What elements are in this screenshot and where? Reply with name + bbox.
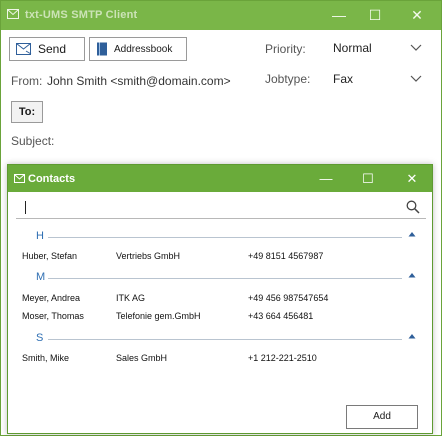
contacts-maximize-button[interactable]: ☐	[348, 165, 388, 192]
envelope-icon	[7, 9, 19, 19]
group-letter: M	[36, 271, 46, 283]
chevron-up-icon[interactable]	[408, 231, 416, 237]
contact-name: Huber, Stefan	[22, 251, 78, 261]
chevron-down-icon[interactable]	[410, 75, 422, 83]
group-header-m[interactable]: M	[18, 270, 420, 286]
group-letter: S	[36, 332, 44, 344]
group-letter: H	[36, 230, 44, 242]
minimize-button[interactable]: —	[319, 1, 359, 30]
addressbook-button[interactable]: Addressbook	[89, 37, 187, 61]
maximize-button[interactable]: ☐	[355, 1, 395, 30]
from-value: John Smith <smith@domain.com>	[47, 74, 231, 88]
contacts-title: Contacts	[28, 173, 76, 185]
smtp-client-window: txt-UMS SMTP Client — ☐ ✕ Send Addressbo…	[0, 0, 442, 436]
send-button[interactable]: Send	[9, 37, 85, 61]
group-divider	[48, 278, 402, 279]
group-header-s[interactable]: S	[18, 331, 420, 347]
group-header-h[interactable]: H	[18, 229, 420, 245]
close-button[interactable]: ✕	[397, 1, 437, 30]
contacts-title-bar: Contacts — ☐ ✕	[8, 165, 432, 192]
addressbook-label: Addressbook	[114, 43, 173, 55]
send-label: Send	[38, 42, 67, 56]
chevron-up-icon[interactable]	[408, 333, 416, 339]
chevron-down-icon[interactable]	[410, 44, 422, 52]
chevron-up-icon[interactable]	[408, 272, 416, 278]
search-icon[interactable]	[406, 200, 420, 214]
to-button[interactable]: To:	[11, 101, 43, 123]
priority-label: Priority:	[265, 42, 306, 56]
contact-phone: +49 456 987547654	[248, 293, 329, 303]
contact-name: Meyer, Andrea	[22, 293, 81, 303]
contact-phone: +43 664 456481	[248, 311, 314, 321]
contact-phone: +49 8151 4567987	[248, 251, 324, 261]
window-title: txt-UMS SMTP Client	[25, 9, 138, 21]
contact-row[interactable]: Moser, Thomas Telefonie gem.GmbH +43 664…	[8, 309, 432, 325]
contacts-minimize-button[interactable]: —	[306, 165, 346, 192]
contacts-search-input[interactable]	[16, 197, 426, 219]
from-label: From:	[11, 74, 43, 88]
add-button[interactable]: Add	[346, 405, 418, 429]
contacts-close-button[interactable]: ✕	[392, 165, 432, 192]
contact-row[interactable]: Huber, Stefan Vertriebs GmbH +49 8151 45…	[8, 249, 432, 265]
contact-row[interactable]: Meyer, Andrea ITK AG +49 456 987547654	[8, 291, 432, 307]
to-field[interactable]	[46, 101, 434, 123]
contact-company: Telefonie gem.GmbH	[116, 311, 201, 321]
jobtype-value[interactable]: Fax	[333, 72, 353, 86]
contact-name: Smith, Mike	[22, 353, 70, 363]
jobtype-label: Jobtype:	[265, 72, 311, 86]
contacts-list: H Huber, Stefan Vertriebs GmbH +49 8151 …	[8, 225, 432, 395]
subject-label: Subject:	[11, 134, 55, 148]
contact-name: Moser, Thomas	[22, 311, 84, 321]
addressbook-icon	[97, 42, 107, 56]
contact-company: ITK AG	[116, 293, 146, 303]
contacts-dialog: Contacts — ☐ ✕ H Huber, Stefan Vertriebs…	[7, 164, 433, 434]
priority-value[interactable]: Normal	[333, 41, 372, 55]
contact-row[interactable]: Smith, Mike Sales GmbH +1 212-221-2510	[8, 351, 432, 367]
send-icon	[16, 43, 32, 55]
envelope-icon	[14, 174, 25, 183]
title-bar: txt-UMS SMTP Client — ☐ ✕	[1, 1, 441, 30]
contact-company: Sales GmbH	[116, 353, 168, 363]
group-divider	[48, 339, 402, 340]
text-caret	[25, 201, 26, 214]
contact-phone: +1 212-221-2510	[248, 353, 317, 363]
group-divider	[48, 237, 402, 238]
contact-company: Vertriebs GmbH	[116, 251, 181, 261]
